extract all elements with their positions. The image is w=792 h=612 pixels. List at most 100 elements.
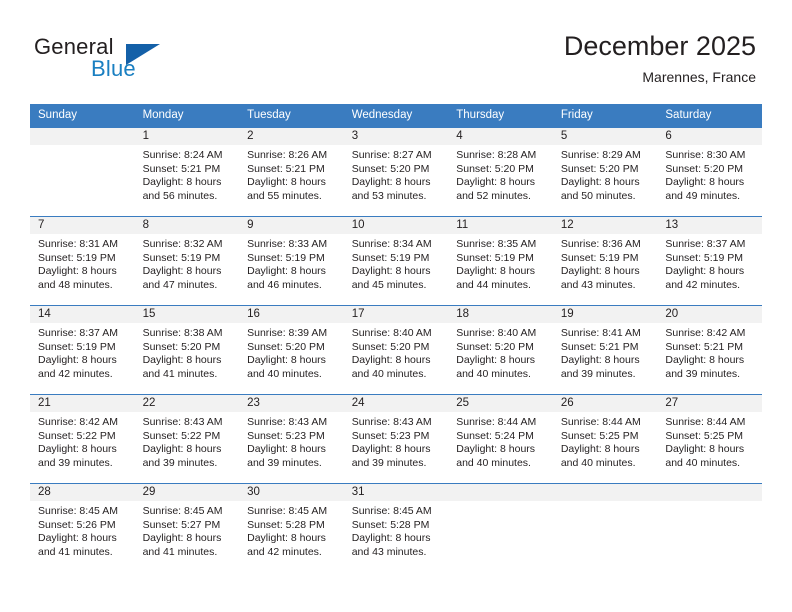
calendar-cell: 13 Sunrise: 8:37 AM Sunset: 5:19 PM Dayligh… (657, 216, 762, 305)
day-cell[interactable]: 29 Sunrise: 8:45 AM Sunset: 5:27 PM Dayligh… (134, 483, 240, 572)
day-cell[interactable]: 22 Sunrise: 8:43 AM Sunset: 5:22 PM Dayligh… (134, 394, 240, 483)
calendar-cell (30, 127, 135, 216)
daylight-text-line2: and 44 minutes. (456, 278, 531, 291)
day-cell[interactable]: 5 Sunrise: 8:29 AM Sunset: 5:20 PM Daylight… (552, 127, 658, 216)
sunrise-text: Sunrise: 8:45 AM (142, 505, 223, 517)
daylight-text-line1: Daylight: 8 hours (38, 443, 117, 456)
day-number: 4 (448, 128, 553, 145)
daylight-text-line2: and 43 minutes. (560, 278, 636, 291)
day-number: 31 (343, 484, 449, 501)
day-cell[interactable]: 18 Sunrise: 8:40 AM Sunset: 5:20 PM Dayligh… (448, 305, 553, 394)
day-sun-info: Sunrise: 8:45 AM Sunset: 5:27 PM Daylight:… (135, 501, 240, 559)
daylight-text-line2: and 56 minutes. (142, 189, 218, 202)
day-cell[interactable]: 10 Sunrise: 8:34 AM Sunset: 5:19 PM Dayligh… (343, 216, 449, 305)
day-cell[interactable]: 15 Sunrise: 8:38 AM Sunset: 5:20 PM Dayligh… (134, 305, 240, 394)
daylight-text-line2: and 42 minutes. (38, 367, 113, 380)
daylight-text-line1: Daylight: 8 hours (247, 443, 326, 456)
day-cell[interactable]: 4 Sunrise: 8:28 AM Sunset: 5:20 PM Daylight… (448, 127, 553, 216)
day-sun-info: Sunrise: 8:44 AM Sunset: 5:24 PM Daylight:… (448, 412, 553, 470)
calendar-cell: 1 Sunrise: 8:24 AM Sunset: 5:21 PM Daylight… (134, 127, 240, 216)
calendar-cell: 5 Sunrise: 8:29 AM Sunset: 5:20 PM Daylight… (552, 127, 658, 216)
day-number: 12 (552, 217, 658, 234)
sunrise-text: Sunrise: 8:32 AM (142, 238, 223, 250)
day-cell[interactable]: 25 Sunrise: 8:44 AM Sunset: 5:24 PM Dayligh… (448, 394, 553, 483)
sunrise-text: Sunrise: 8:35 AM (456, 238, 537, 250)
daylight-text-line2: and 52 minutes. (456, 189, 531, 202)
day-sun-info: Sunrise: 8:45 AM Sunset: 5:26 PM Daylight:… (30, 501, 135, 559)
day-cell[interactable]: 19 Sunrise: 8:41 AM Sunset: 5:21 PM Dayligh… (552, 305, 658, 394)
day-cell[interactable]: 13 Sunrise: 8:37 AM Sunset: 5:19 PM Dayligh… (657, 216, 762, 305)
day-cell[interactable]: 6 Sunrise: 8:30 AM Sunset: 5:20 PM Daylight… (657, 127, 762, 216)
day-cell[interactable]: 12 Sunrise: 8:36 AM Sunset: 5:19 PM Dayligh… (552, 216, 658, 305)
sunset-text: Sunset: 5:28 PM (351, 518, 430, 531)
day-number: 13 (657, 217, 762, 234)
day-cell[interactable]: 30 Sunrise: 8:45 AM Sunset: 5:28 PM Dayligh… (239, 483, 344, 572)
daylight-text-line1: Daylight: 8 hours (38, 265, 117, 278)
sunrise-text: Sunrise: 8:44 AM (456, 416, 537, 428)
day-number: 28 (30, 484, 135, 501)
day-cell[interactable]: 8 Sunrise: 8:32 AM Sunset: 5:19 PM Daylight… (134, 216, 240, 305)
calendar-cell: 14 Sunrise: 8:37 AM Sunset: 5:19 PM Dayligh… (30, 305, 135, 394)
sunset-text: Sunset: 5:21 PM (665, 340, 744, 353)
day-cell[interactable]: 7 Sunrise: 8:31 AM Sunset: 5:19 PM Daylight… (30, 216, 135, 305)
day-number: 30 (239, 484, 344, 501)
day-cell[interactable]: 1 Sunrise: 8:24 AM Sunset: 5:21 PM Daylight… (134, 127, 240, 216)
day-cell[interactable]: 26 Sunrise: 8:44 AM Sunset: 5:25 PM Dayligh… (552, 394, 658, 483)
sunrise-text: Sunrise: 8:37 AM (665, 238, 746, 250)
day-cell[interactable]: 27 Sunrise: 8:44 AM Sunset: 5:25 PM Dayligh… (657, 394, 762, 483)
daylight-text-line1: Daylight: 8 hours (38, 354, 117, 367)
daylight-text-line2: and 40 minutes. (665, 456, 741, 469)
day-cell[interactable]: 9 Sunrise: 8:33 AM Sunset: 5:19 PM Daylight… (239, 216, 344, 305)
daylight-text-line1: Daylight: 8 hours (142, 443, 222, 456)
sunrise-text: Sunrise: 8:42 AM (38, 416, 118, 428)
calendar-cell: 23 Sunrise: 8:43 AM Sunset: 5:23 PM Dayligh… (239, 394, 344, 483)
sunrise-text: Sunrise: 8:29 AM (560, 149, 641, 161)
day-cell[interactable]: 3 Sunrise: 8:27 AM Sunset: 5:20 PM Daylight… (343, 127, 449, 216)
day-sun-info: Sunrise: 8:41 AM Sunset: 5:21 PM Daylight:… (553, 323, 658, 381)
general-blue-logo[interactable]: General Blue (34, 34, 254, 90)
day-sun-info: Sunrise: 8:40 AM Sunset: 5:20 PM Daylight:… (344, 323, 449, 381)
day-cell[interactable]: 11 Sunrise: 8:35 AM Sunset: 5:19 PM Dayligh… (448, 216, 553, 305)
location-subtitle: Marennes, France (642, 69, 756, 85)
calendar-cell: 26 Sunrise: 8:44 AM Sunset: 5:25 PM Dayligh… (552, 394, 658, 483)
day-cell[interactable]: 23 Sunrise: 8:43 AM Sunset: 5:23 PM Dayligh… (239, 394, 344, 483)
day-cell[interactable]: 24 Sunrise: 8:43 AM Sunset: 5:23 PM Dayligh… (343, 394, 449, 483)
weekday-header-thursday: Thursday (448, 104, 553, 127)
day-cell[interactable]: 16 Sunrise: 8:39 AM Sunset: 5:20 PM Dayligh… (239, 305, 344, 394)
sunset-text: Sunset: 5:26 PM (38, 518, 116, 531)
day-number: 7 (30, 217, 135, 234)
day-cell[interactable]: 2 Sunrise: 8:26 AM Sunset: 5:21 PM Daylight… (239, 127, 344, 216)
calendar-grid: Sunday Monday Tuesday Wednesday Thursday… (30, 104, 762, 572)
day-number: 22 (134, 395, 240, 412)
daylight-text-line2: and 46 minutes. (247, 278, 322, 291)
day-cell[interactable]: 20 Sunrise: 8:42 AM Sunset: 5:21 PM Dayligh… (657, 305, 762, 394)
daylight-text-line2: and 48 minutes. (38, 278, 113, 291)
sunset-text: Sunset: 5:20 PM (560, 162, 639, 175)
calendar-cell: 10 Sunrise: 8:34 AM Sunset: 5:19 PM Dayligh… (343, 216, 449, 305)
daylight-text-line1: Daylight: 8 hours (665, 265, 745, 278)
day-number: 18 (448, 306, 553, 323)
calendar-cell: 6 Sunrise: 8:30 AM Sunset: 5:20 PM Daylight… (657, 127, 762, 216)
day-cell[interactable]: 14 Sunrise: 8:37 AM Sunset: 5:19 PM Dayligh… (30, 305, 135, 394)
day-number: 25 (448, 395, 553, 412)
daylight-text-line1: Daylight: 8 hours (38, 532, 117, 545)
daylight-text-line1: Daylight: 8 hours (456, 176, 536, 189)
sunset-text: Sunset: 5:22 PM (38, 429, 116, 442)
daylight-text-line1: Daylight: 8 hours (142, 532, 222, 545)
day-number: 6 (657, 128, 762, 145)
day-sun-info: Sunrise: 8:45 AM Sunset: 5:28 PM Daylight:… (239, 501, 344, 559)
daylight-text-line2: and 41 minutes. (142, 545, 218, 558)
sunrise-text: Sunrise: 8:40 AM (351, 327, 432, 339)
weekday-header-tuesday: Tuesday (239, 104, 344, 127)
daylight-text-line1: Daylight: 8 hours (665, 176, 745, 189)
sunset-text: Sunset: 5:21 PM (247, 162, 325, 175)
day-cell[interactable]: 31 Sunrise: 8:45 AM Sunset: 5:28 PM Dayligh… (343, 483, 449, 572)
day-cell[interactable]: 17 Sunrise: 8:40 AM Sunset: 5:20 PM Dayligh… (343, 305, 449, 394)
calendar-cell: 18 Sunrise: 8:40 AM Sunset: 5:20 PM Dayligh… (448, 305, 553, 394)
day-cell[interactable]: 28 Sunrise: 8:45 AM Sunset: 5:26 PM Dayligh… (30, 483, 135, 572)
day-cell[interactable]: 21 Sunrise: 8:42 AM Sunset: 5:22 PM Dayligh… (30, 394, 135, 483)
sunrise-text: Sunrise: 8:44 AM (665, 416, 746, 428)
sunrise-text: Sunrise: 8:42 AM (665, 327, 746, 339)
sunset-text: Sunset: 5:23 PM (351, 429, 430, 442)
calendar-cell: 3 Sunrise: 8:27 AM Sunset: 5:20 PM Daylight… (343, 127, 449, 216)
